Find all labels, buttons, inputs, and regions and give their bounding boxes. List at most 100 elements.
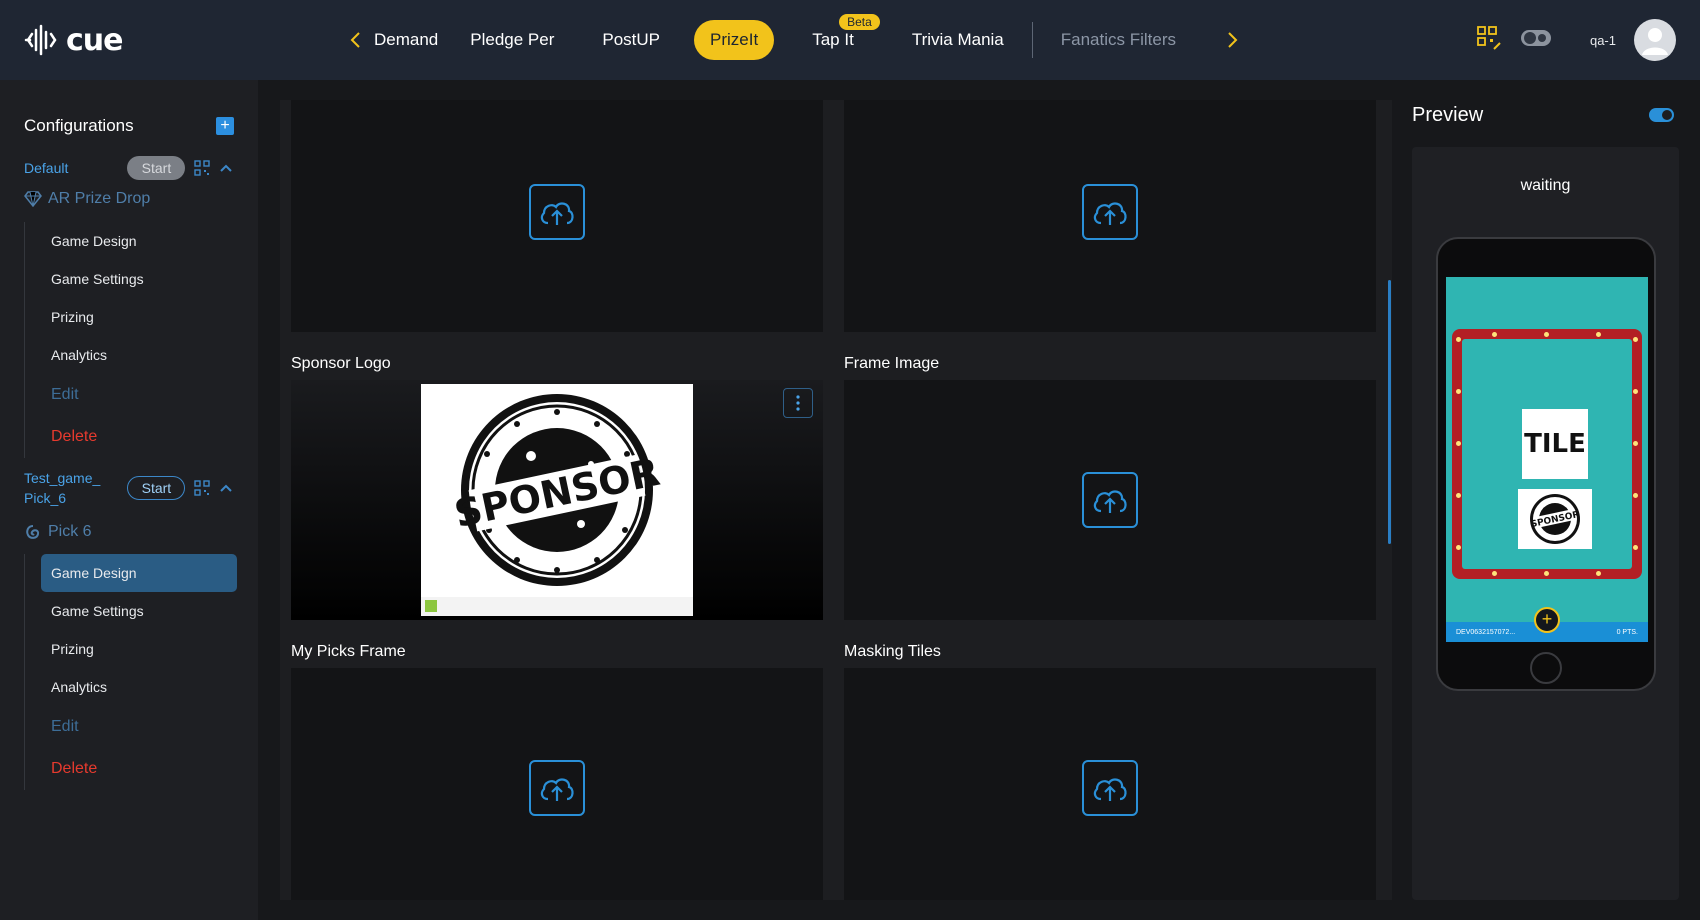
plus-icon: + xyxy=(1541,609,1553,629)
menu-prizing[interactable]: Prizing xyxy=(25,630,236,668)
preview-toggle[interactable] xyxy=(1649,108,1674,122)
game-row-test-game[interactable]: Test_game_ Pick_6 Start xyxy=(24,468,234,508)
more-vertical-icon xyxy=(796,395,800,411)
my-picks-frame-card xyxy=(291,668,823,900)
device-id: DEV0632157072... xyxy=(1456,628,1516,636)
collapse-button[interactable] xyxy=(218,479,234,497)
sidebar: Configurations + Default Start AR Prize … xyxy=(0,80,258,920)
tab-pledge-per[interactable]: Pledge Per xyxy=(454,20,570,60)
asset-card xyxy=(844,100,1376,332)
masking-tiles-card xyxy=(844,668,1376,900)
game-name[interactable]: Test_game_ Pick_6 xyxy=(24,468,105,508)
asset-card xyxy=(291,100,823,332)
sponsor-stamp-graphic: SPONSOR xyxy=(421,394,693,616)
sponsor-logo-image: SPONSOR xyxy=(421,384,693,616)
frame-image-card xyxy=(844,380,1376,620)
scrollbar[interactable] xyxy=(1388,280,1391,544)
points: 0 PTS. xyxy=(1616,628,1638,636)
sponsor-logo-label: Sponsor Logo xyxy=(291,355,391,372)
nav-next-button[interactable] xyxy=(1218,26,1246,54)
upload-button[interactable] xyxy=(529,760,585,816)
user-icon xyxy=(1642,28,1668,55)
tab-prizeit[interactable]: PrizeIt xyxy=(694,20,775,60)
preview-panel: waiting TILE SPONSOR DEV0632157072... 0 … xyxy=(1412,147,1679,900)
tab-postup[interactable]: PostUP xyxy=(586,20,676,60)
configurations-header: Configurations + xyxy=(24,116,234,136)
menu-game-design[interactable]: Game Design xyxy=(41,554,237,592)
menu-analytics[interactable]: Analytics xyxy=(25,668,236,706)
more-options-button[interactable] xyxy=(783,388,813,418)
menu-delete[interactable]: Delete xyxy=(25,748,236,790)
soundwave-icon xyxy=(24,24,57,56)
add-configuration-button[interactable]: + xyxy=(216,117,234,135)
tab-trivia-mania[interactable]: Trivia Mania xyxy=(896,20,1020,60)
qr-code-icon xyxy=(193,480,210,496)
menu-edit[interactable]: Edit xyxy=(25,374,236,416)
game-row-default[interactable]: Default Start xyxy=(24,156,234,180)
my-picks-frame-label: My Picks Frame xyxy=(291,643,406,660)
theme-toggle[interactable] xyxy=(1520,28,1552,53)
mini-sponsor-logo: SPONSOR xyxy=(1518,489,1592,549)
game-menu: Game Design Game Settings Prizing Analyt… xyxy=(24,222,236,458)
tab-tap-it[interactable]: Tap It Beta xyxy=(796,14,880,60)
home-button xyxy=(1530,652,1562,684)
qr-code-icon xyxy=(1477,25,1501,50)
tab-divider xyxy=(1031,22,1033,58)
game-frame: TILE SPONSOR xyxy=(1452,329,1642,579)
upload-button[interactable] xyxy=(1082,472,1138,528)
tab-fanatics-filters[interactable]: Fanatics Filters xyxy=(1045,20,1192,60)
preview-title: Preview xyxy=(1412,104,1484,126)
start-button[interactable]: Start xyxy=(127,476,186,500)
cloud-upload-icon xyxy=(540,202,574,225)
beta-badge: Beta xyxy=(839,14,880,30)
menu-delete[interactable]: Delete xyxy=(25,416,236,458)
header-actions: qa-1 xyxy=(1476,18,1676,62)
spiral-icon xyxy=(26,525,40,539)
menu-game-settings[interactable]: Game Settings xyxy=(25,592,236,630)
menu-analytics[interactable]: Analytics xyxy=(25,336,236,374)
plus-icon: + xyxy=(220,117,230,134)
cue-logo[interactable]: cue xyxy=(24,22,123,58)
game-type: Pick 6 xyxy=(24,523,92,541)
frame-image-label: Frame Image xyxy=(844,355,940,372)
cloud-upload-icon xyxy=(1093,778,1127,801)
qr-button[interactable] xyxy=(193,479,210,497)
user-name: qa-1 xyxy=(1589,32,1616,48)
masking-tiles-label: Masking Tiles xyxy=(844,643,941,660)
menu-prizing[interactable]: Prizing xyxy=(25,298,236,336)
logo-text: cue xyxy=(66,22,123,58)
frame-inner: TILE SPONSOR xyxy=(1462,339,1632,569)
tile: TILE xyxy=(1522,409,1588,479)
game-tabs: Demand Pledge Per PostUP PrizeIt Tap It … xyxy=(374,14,1204,60)
preview-status: waiting xyxy=(1520,177,1571,194)
sponsor-stamp-graphic: SPONSOR xyxy=(1530,494,1580,544)
chevron-right-icon xyxy=(1228,32,1238,48)
menu-edit[interactable]: Edit xyxy=(25,706,236,748)
game-name[interactable]: Default xyxy=(24,158,105,178)
tab-demand[interactable]: Demand xyxy=(358,20,454,60)
upload-button[interactable] xyxy=(1082,184,1138,240)
menu-game-design[interactable]: Game Design xyxy=(25,222,236,260)
upload-button[interactable] xyxy=(1082,760,1138,816)
toggle-icon xyxy=(1520,29,1551,46)
phone-screen: TILE SPONSOR DEV0632157072... 0 PTS. + xyxy=(1446,277,1648,642)
chevron-up-icon xyxy=(220,484,232,492)
qr-button[interactable] xyxy=(193,159,210,177)
phone-mockup: TILE SPONSOR DEV0632157072... 0 PTS. + xyxy=(1436,237,1656,691)
diamond-icon xyxy=(24,191,42,207)
add-pick-button[interactable]: + xyxy=(1534,607,1560,633)
upload-button[interactable] xyxy=(529,184,585,240)
cloud-upload-icon xyxy=(540,778,574,801)
sponsor-logo-card: SPONSOR xyxy=(291,380,823,620)
chevron-up-icon xyxy=(220,164,232,172)
top-bar: cue Demand Pledge Per PostUP PrizeIt Tap… xyxy=(0,0,1700,80)
collapse-button[interactable] xyxy=(218,159,234,177)
avatar[interactable] xyxy=(1634,19,1676,61)
qr-code-icon xyxy=(193,160,210,176)
cloud-upload-icon xyxy=(1093,490,1127,513)
start-button[interactable]: Start xyxy=(127,156,186,180)
configurations-title: Configurations xyxy=(24,116,134,135)
menu-game-settings[interactable]: Game Settings xyxy=(25,260,236,298)
cloud-upload-icon xyxy=(1093,202,1127,225)
qr-settings-button[interactable] xyxy=(1476,25,1502,56)
